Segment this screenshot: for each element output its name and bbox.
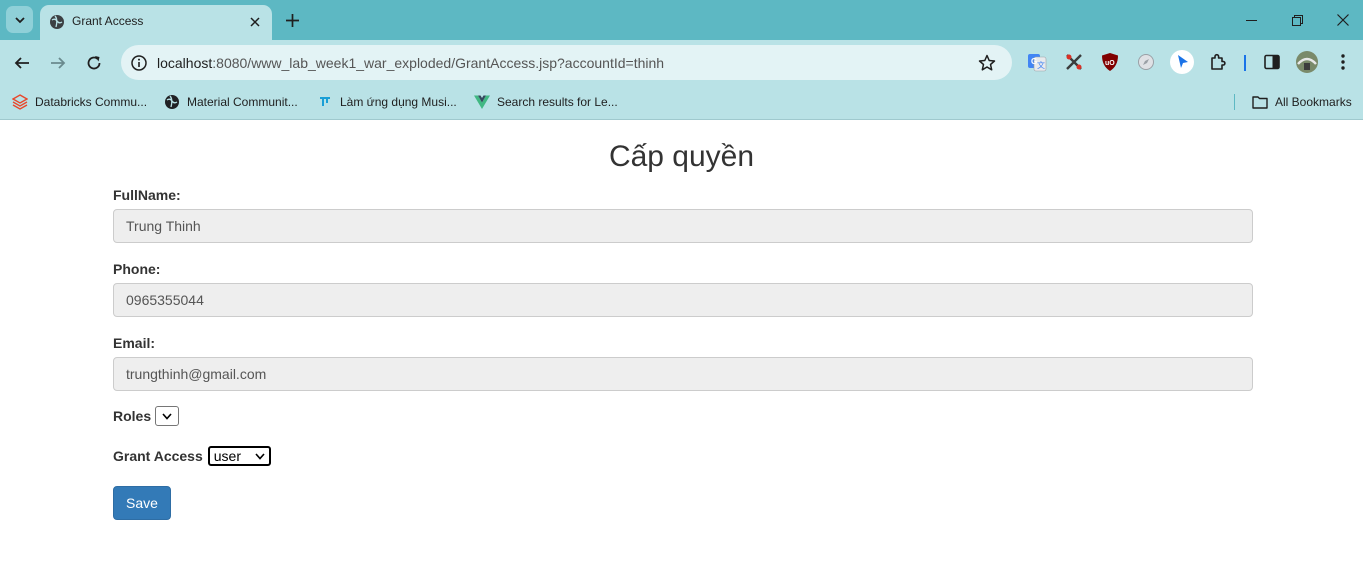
roles-row: Roles bbox=[113, 406, 180, 426]
puzzle-icon bbox=[1211, 53, 1226, 70]
page-content: Cấp quyền FullName: Trung Thinh Phone: 0… bbox=[0, 121, 1363, 582]
phone-label: Phone: bbox=[113, 261, 161, 277]
site-info-button[interactable] bbox=[128, 52, 149, 73]
compass-extension[interactable] bbox=[1134, 50, 1158, 74]
more-vertical-icon bbox=[1341, 54, 1345, 70]
star-icon bbox=[978, 54, 996, 71]
roles-select[interactable] bbox=[155, 406, 180, 426]
tools-extension[interactable] bbox=[1062, 50, 1086, 74]
close-icon bbox=[1337, 14, 1349, 26]
phone-field[interactable]: 0965355044 bbox=[113, 283, 1253, 317]
compass-icon bbox=[1138, 54, 1154, 70]
databricks-icon bbox=[12, 94, 28, 110]
browser-menu-button[interactable] bbox=[1331, 50, 1355, 74]
arrow-left-icon bbox=[14, 57, 29, 69]
forward-button[interactable] bbox=[44, 49, 72, 77]
extensions-button[interactable] bbox=[1206, 50, 1230, 74]
folder-icon bbox=[1252, 94, 1268, 110]
translate-icon: G文 bbox=[1028, 54, 1047, 72]
back-button[interactable] bbox=[8, 49, 36, 77]
roles-label: Roles bbox=[113, 408, 152, 424]
fullname-label: FullName: bbox=[113, 187, 181, 203]
bookmark-label: Material Communit... bbox=[187, 95, 298, 109]
grant-access-select[interactable]: user bbox=[207, 446, 271, 466]
side-panel-icon bbox=[1264, 54, 1280, 70]
tab-search-button[interactable] bbox=[6, 6, 33, 33]
tilde-icon bbox=[317, 94, 333, 110]
chevron-down-icon bbox=[162, 412, 172, 420]
minimize-button[interactable] bbox=[1228, 0, 1274, 40]
tab-title: Grant Access bbox=[72, 14, 144, 28]
email-label: Email: bbox=[113, 335, 156, 351]
bookmark-label: Làm ứng dụng Musi... bbox=[340, 95, 457, 109]
browser-toolbar: localhost:8080/www_lab_week1_war_explode… bbox=[0, 40, 1363, 85]
grant-access-row: Grant Access user bbox=[113, 446, 271, 466]
plus-icon bbox=[285, 13, 299, 27]
browser-tab-active[interactable]: Grant Access bbox=[40, 5, 272, 40]
toolbar-divider bbox=[1244, 55, 1246, 71]
profile-button[interactable] bbox=[1295, 50, 1319, 74]
address-bar[interactable]: localhost:8080/www_lab_week1_war_explode… bbox=[121, 45, 1012, 80]
bookmark-item[interactable]: Databricks Commu... bbox=[12, 93, 147, 111]
new-tab-button[interactable] bbox=[280, 8, 304, 32]
email-field[interactable]: trungthinh@gmail.com bbox=[113, 357, 1253, 391]
svg-text:文: 文 bbox=[1037, 60, 1045, 70]
arrow-right-icon bbox=[51, 57, 66, 69]
side-panel-button[interactable] bbox=[1260, 50, 1284, 74]
globe-icon bbox=[50, 15, 64, 29]
cursor-arrow-icon bbox=[1170, 50, 1194, 74]
grant-access-label: Grant Access bbox=[113, 448, 203, 464]
restore-icon bbox=[1291, 14, 1303, 26]
chevron-down-icon bbox=[255, 452, 265, 460]
url-host: localhost bbox=[157, 55, 213, 71]
bookmark-label: Search results for Le... bbox=[497, 95, 618, 109]
ublock-shield-icon: uO bbox=[1102, 53, 1118, 71]
reload-icon bbox=[87, 56, 101, 70]
url-text: localhost:8080/www_lab_week1_war_explode… bbox=[157, 55, 664, 71]
bookmark-star-button[interactable] bbox=[977, 53, 997, 73]
globe-icon bbox=[164, 94, 180, 110]
bookmark-item[interactable]: Làm ứng dụng Musi... bbox=[317, 93, 457, 111]
close-window-button[interactable] bbox=[1320, 0, 1363, 40]
svg-text:uO: uO bbox=[1105, 60, 1115, 67]
bookmarks-divider bbox=[1234, 94, 1235, 110]
restore-button[interactable] bbox=[1274, 0, 1320, 40]
bookmarks-bar: Databricks Commu... Material Communit...… bbox=[0, 85, 1363, 120]
close-icon bbox=[250, 17, 260, 27]
chevron-down-icon bbox=[14, 16, 25, 23]
bookmark-item[interactable]: Material Communit... bbox=[164, 93, 298, 111]
google-translate-extension[interactable]: G文 bbox=[1025, 50, 1049, 74]
grant-access-selected-value: user bbox=[213, 448, 241, 464]
tab-strip: Grant Access bbox=[0, 0, 1363, 40]
reload-button[interactable] bbox=[80, 49, 108, 77]
bookmark-label: Databricks Commu... bbox=[35, 95, 148, 109]
save-button[interactable]: Save bbox=[113, 486, 171, 520]
all-bookmarks-button[interactable]: All Bookmarks bbox=[1252, 93, 1352, 111]
fullname-field[interactable]: Trung Thinh bbox=[113, 209, 1253, 243]
info-icon bbox=[130, 54, 147, 71]
avatar-icon bbox=[1296, 51, 1318, 73]
minimize-icon bbox=[1245, 19, 1257, 21]
cursor-extension[interactable] bbox=[1170, 50, 1194, 74]
page-title: Cấp quyền bbox=[608, 140, 755, 173]
url-path: :8080/www_lab_week1_war_exploded/GrantAc… bbox=[212, 55, 665, 71]
all-bookmarks-label: All Bookmarks bbox=[1275, 95, 1352, 109]
ublock-origin-extension[interactable]: uO bbox=[1098, 50, 1122, 74]
bookmark-item[interactable]: Search results for Le... bbox=[474, 93, 618, 111]
tools-icon bbox=[1066, 54, 1082, 70]
close-tab-button[interactable] bbox=[244, 11, 266, 33]
vue-icon bbox=[474, 94, 490, 110]
